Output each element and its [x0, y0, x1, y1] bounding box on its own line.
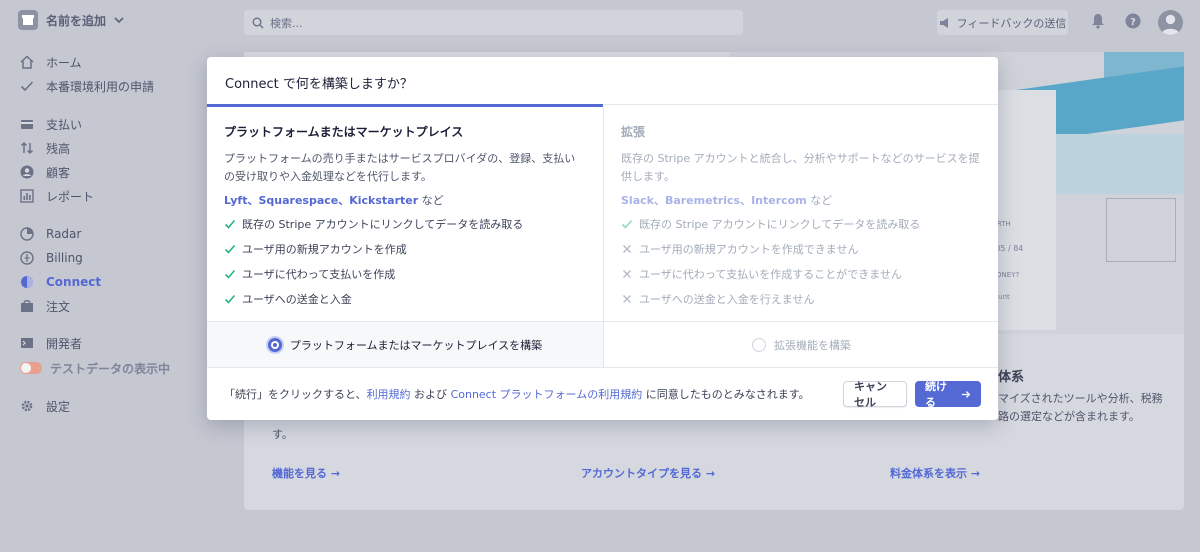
home-icon: [20, 55, 34, 69]
connect-modal: Connect で何を構築しますか？ プラットフォームまたはマーケットプレイス …: [207, 57, 998, 420]
sidebar-item-connect[interactable]: Connect: [20, 273, 101, 291]
feature-item: 既存の Stripe アカウントにリンクしてデータを読み取る: [224, 215, 585, 233]
sidebar-item-reports[interactable]: レポート: [20, 187, 94, 205]
feature-item: ユーザに代わって支払いを作成: [224, 265, 585, 283]
pricing-text: マイズされたツールや分析、税務: [998, 392, 1163, 405]
close-icon: [623, 295, 631, 303]
test-data-toggle[interactable]: テストデータの表示中: [20, 359, 170, 377]
gear-icon: [21, 400, 33, 412]
search-icon: [252, 17, 264, 28]
radar-icon: [20, 227, 34, 241]
platform-radio-label: プラットフォームまたはマーケットプレイスを構築: [289, 338, 543, 352]
account-name: 名前を追加: [46, 13, 107, 28]
pricing-link[interactable]: 料金体系を表示 →: [890, 465, 980, 481]
extension-examples: Slack、Baremetrics、Intercom など: [621, 194, 833, 207]
arrow-right-icon: [961, 390, 971, 398]
feedback-button[interactable]: フィードバックの送信: [937, 10, 1068, 35]
check-icon: [224, 219, 236, 229]
account-switcher[interactable]: 名前を追加: [18, 10, 124, 30]
feature-item: ユーザへの送金と入金: [224, 290, 585, 308]
check-icon: [621, 219, 633, 229]
sidebar-item-settings[interactable]: 設定: [20, 397, 70, 415]
megaphone-icon: [939, 17, 948, 28]
extension-option[interactable]: 拡張 既存の Stripe アカウントと統合し、分析やサポートなどのサービスを提…: [603, 107, 998, 321]
help-icon[interactable]: ?: [1123, 11, 1143, 31]
customer-icon: [20, 165, 34, 179]
terms-link[interactable]: 利用規約: [367, 388, 411, 401]
features-link[interactable]: 機能を見る →: [272, 465, 340, 481]
orders-icon: [21, 300, 33, 312]
close-icon: [623, 245, 631, 253]
avatar[interactable]: [1158, 10, 1183, 35]
terms-note: 「続行」をクリックすると、利用規約 および Connect プラットフォームの利…: [224, 388, 810, 401]
feature-text: す。: [272, 428, 293, 441]
sidebar-item-radar[interactable]: Radar: [20, 225, 81, 243]
platform-terms-link[interactable]: Connect プラットフォームの利用規約: [451, 388, 643, 401]
mock-box: [1106, 198, 1176, 262]
extension-description: 既存の Stripe アカウントと統合し、分析やサポートなどのサービスを提供しま…: [621, 152, 980, 183]
notifications-icon[interactable]: [1088, 11, 1108, 31]
feature-item: 既存の Stripe アカウントにリンクしてデータを読み取る: [621, 215, 981, 233]
connect-icon: [21, 276, 33, 288]
pricing-heading: 体系: [998, 370, 1025, 385]
sidebar-item-developers[interactable]: 開発者: [20, 334, 82, 352]
radio-selected[interactable]: [267, 337, 282, 352]
account-types-link[interactable]: アカウントタイプを見る →: [581, 465, 715, 481]
check-icon: [224, 294, 236, 304]
sidebar-item-billing[interactable]: Billing: [20, 249, 83, 267]
user-icon: [1161, 14, 1180, 35]
toggle-switch[interactable]: [20, 362, 42, 374]
extension-radio-label: 拡張機能を構築: [774, 338, 851, 352]
extension-radio[interactable]: 拡張機能を構築: [603, 321, 998, 367]
check-icon: [224, 269, 236, 279]
pricing-text: 路の選定などが含まれます。: [998, 410, 1140, 423]
feedback-label: フィードバックの送信: [956, 16, 1067, 30]
mock-form: BIRTH / 05 / 84 MONEY? count: [990, 220, 1024, 301]
sidebar-item-activate[interactable]: 本番環境利用の申請: [20, 77, 154, 95]
platform-option[interactable]: プラットフォームまたはマーケットプレイス プラットフォームの売り手またはサービス…: [207, 107, 603, 321]
sidebar-item-orders[interactable]: 注文: [20, 297, 70, 315]
sidebar-item-customers[interactable]: 顧客: [20, 163, 70, 181]
feature-item: ユーザに代わって支払いを作成することができません: [621, 265, 981, 283]
search-input[interactable]: 検索...: [244, 10, 743, 35]
sidebar-item-balance[interactable]: 残高: [20, 139, 70, 157]
radio-unselected[interactable]: [752, 337, 766, 352]
extension-heading: 拡張: [621, 125, 646, 139]
sidebar-item-payments[interactable]: 支払い: [20, 115, 82, 133]
sidebar-item-home[interactable]: ホーム: [20, 53, 82, 71]
continue-button[interactable]: 続ける: [915, 380, 981, 409]
report-icon: [20, 189, 34, 203]
chevron-down-icon: [114, 17, 124, 24]
platform-examples: Lyft、Squarespace、Kickstarter など: [224, 194, 444, 207]
check-icon: [20, 81, 34, 92]
feature-item: ユーザ用の新規アカウントを作成できません: [621, 240, 981, 258]
platform-heading: プラットフォームまたはマーケットプレイス: [224, 125, 464, 139]
wallet-icon: [21, 120, 33, 129]
balance-icon: [20, 141, 34, 155]
check-icon: [224, 244, 236, 254]
cancel-button[interactable]: キャンセル: [843, 380, 907, 409]
billing-icon: [20, 251, 34, 265]
search-placeholder: 検索...: [270, 16, 303, 30]
svg-text:?: ?: [1130, 17, 1136, 28]
modal-title: Connect で何を構築しますか？: [225, 77, 413, 92]
feature-item: ユーザへの送金と入金を行えません: [621, 290, 981, 308]
terminal-icon: [21, 338, 33, 348]
feature-item: ユーザ用の新規アカウントを作成: [224, 240, 585, 258]
close-icon: [623, 270, 631, 278]
store-icon: [18, 10, 38, 30]
platform-description: プラットフォームの売り手またはサービスプロバイダの、登録、支払いの受け取りや入金…: [224, 152, 576, 183]
modal-footer: 「続行」をクリックすると、利用規約 および Connect プラットフォームの利…: [207, 367, 998, 420]
platform-radio[interactable]: プラットフォームまたはマーケットプレイスを構築: [207, 321, 603, 367]
